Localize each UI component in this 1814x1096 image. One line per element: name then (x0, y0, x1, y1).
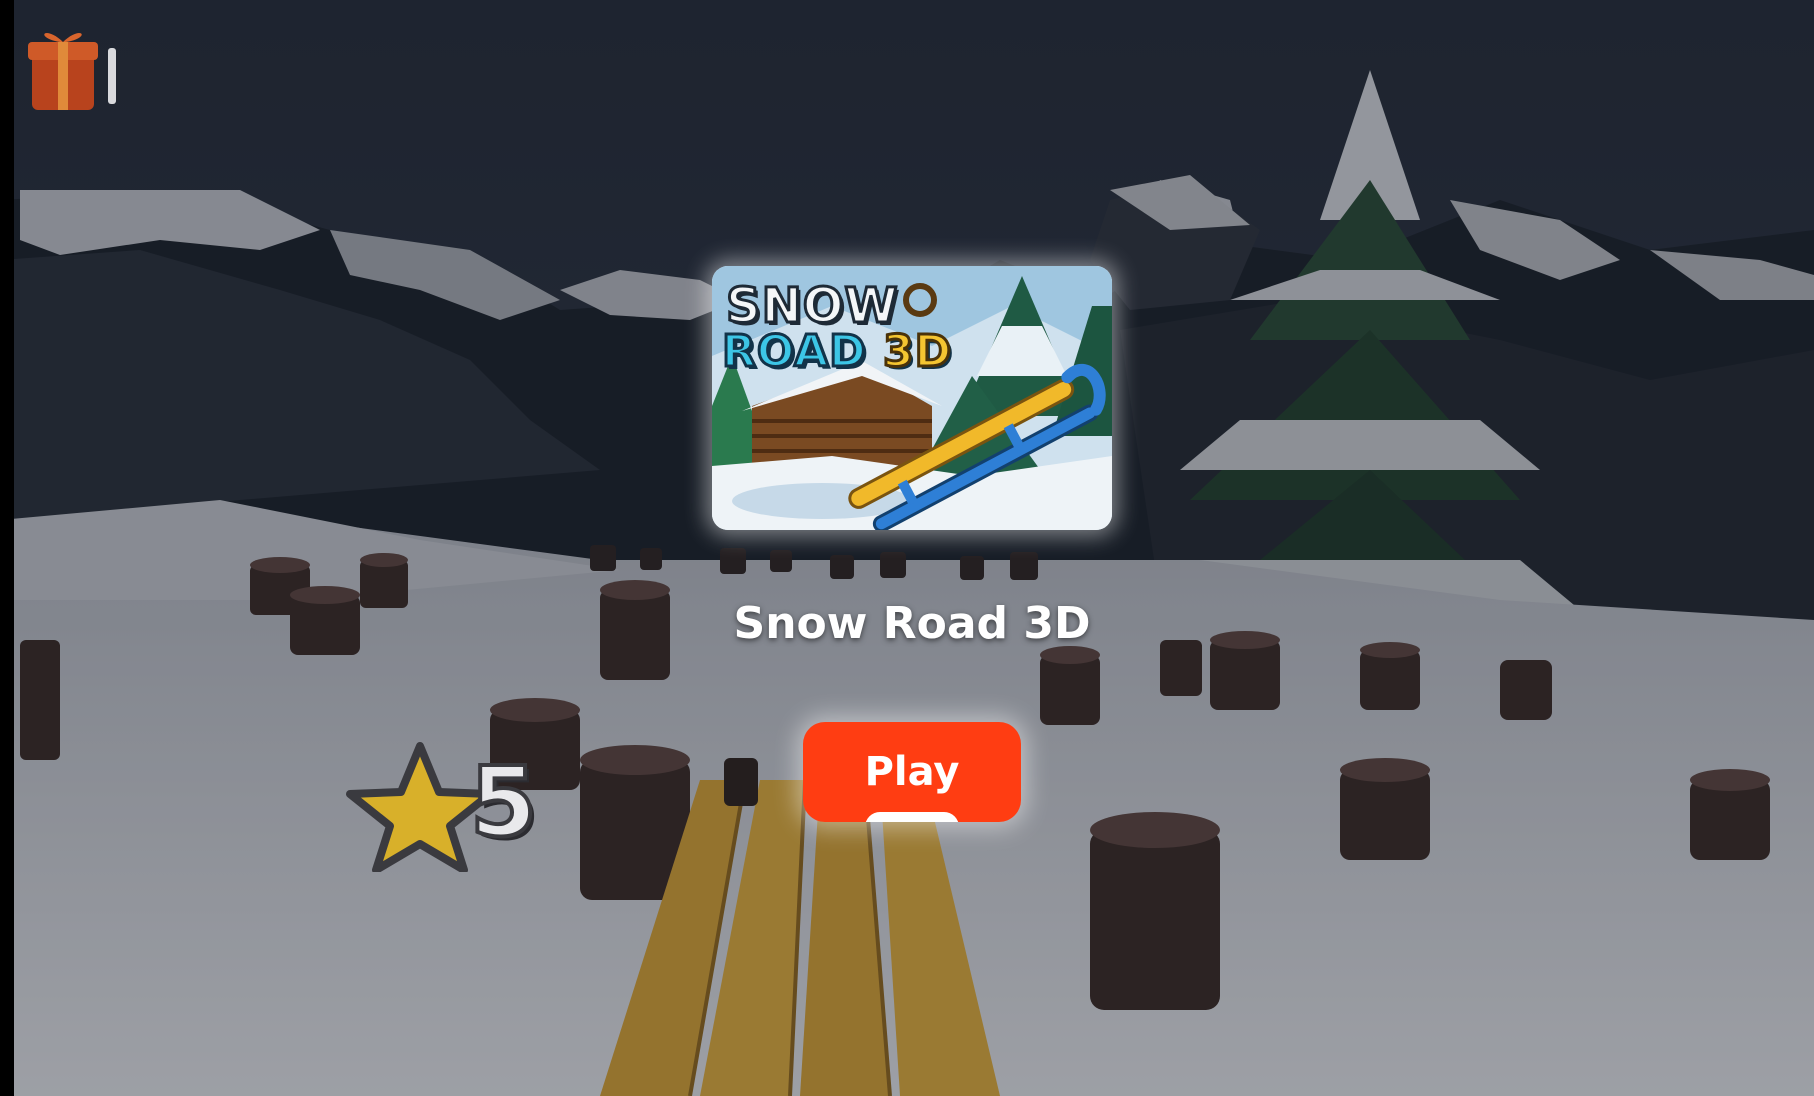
game-title: Snow Road 3D (733, 598, 1091, 649)
play-button-highlight (865, 812, 959, 822)
play-button-label: Play (864, 749, 960, 795)
thumbnail-logo-3d: 3D (882, 326, 953, 377)
game-start-overlay: SNOW ROAD 3D Snow Road 3D Play (0, 0, 1814, 1096)
thumbnail-logo-snow: SNOW (725, 278, 899, 334)
thumbnail-logo-road-word: ROAD (721, 326, 868, 377)
game-thumbnail: SNOW ROAD 3D (712, 266, 1112, 530)
game-viewport[interactable]: 5 SNOW ROAD 3D Snow Road 3D Play (0, 0, 1814, 1096)
thumbnail-logo-road: ROAD 3D (721, 326, 953, 377)
play-button[interactable]: Play (803, 722, 1021, 822)
